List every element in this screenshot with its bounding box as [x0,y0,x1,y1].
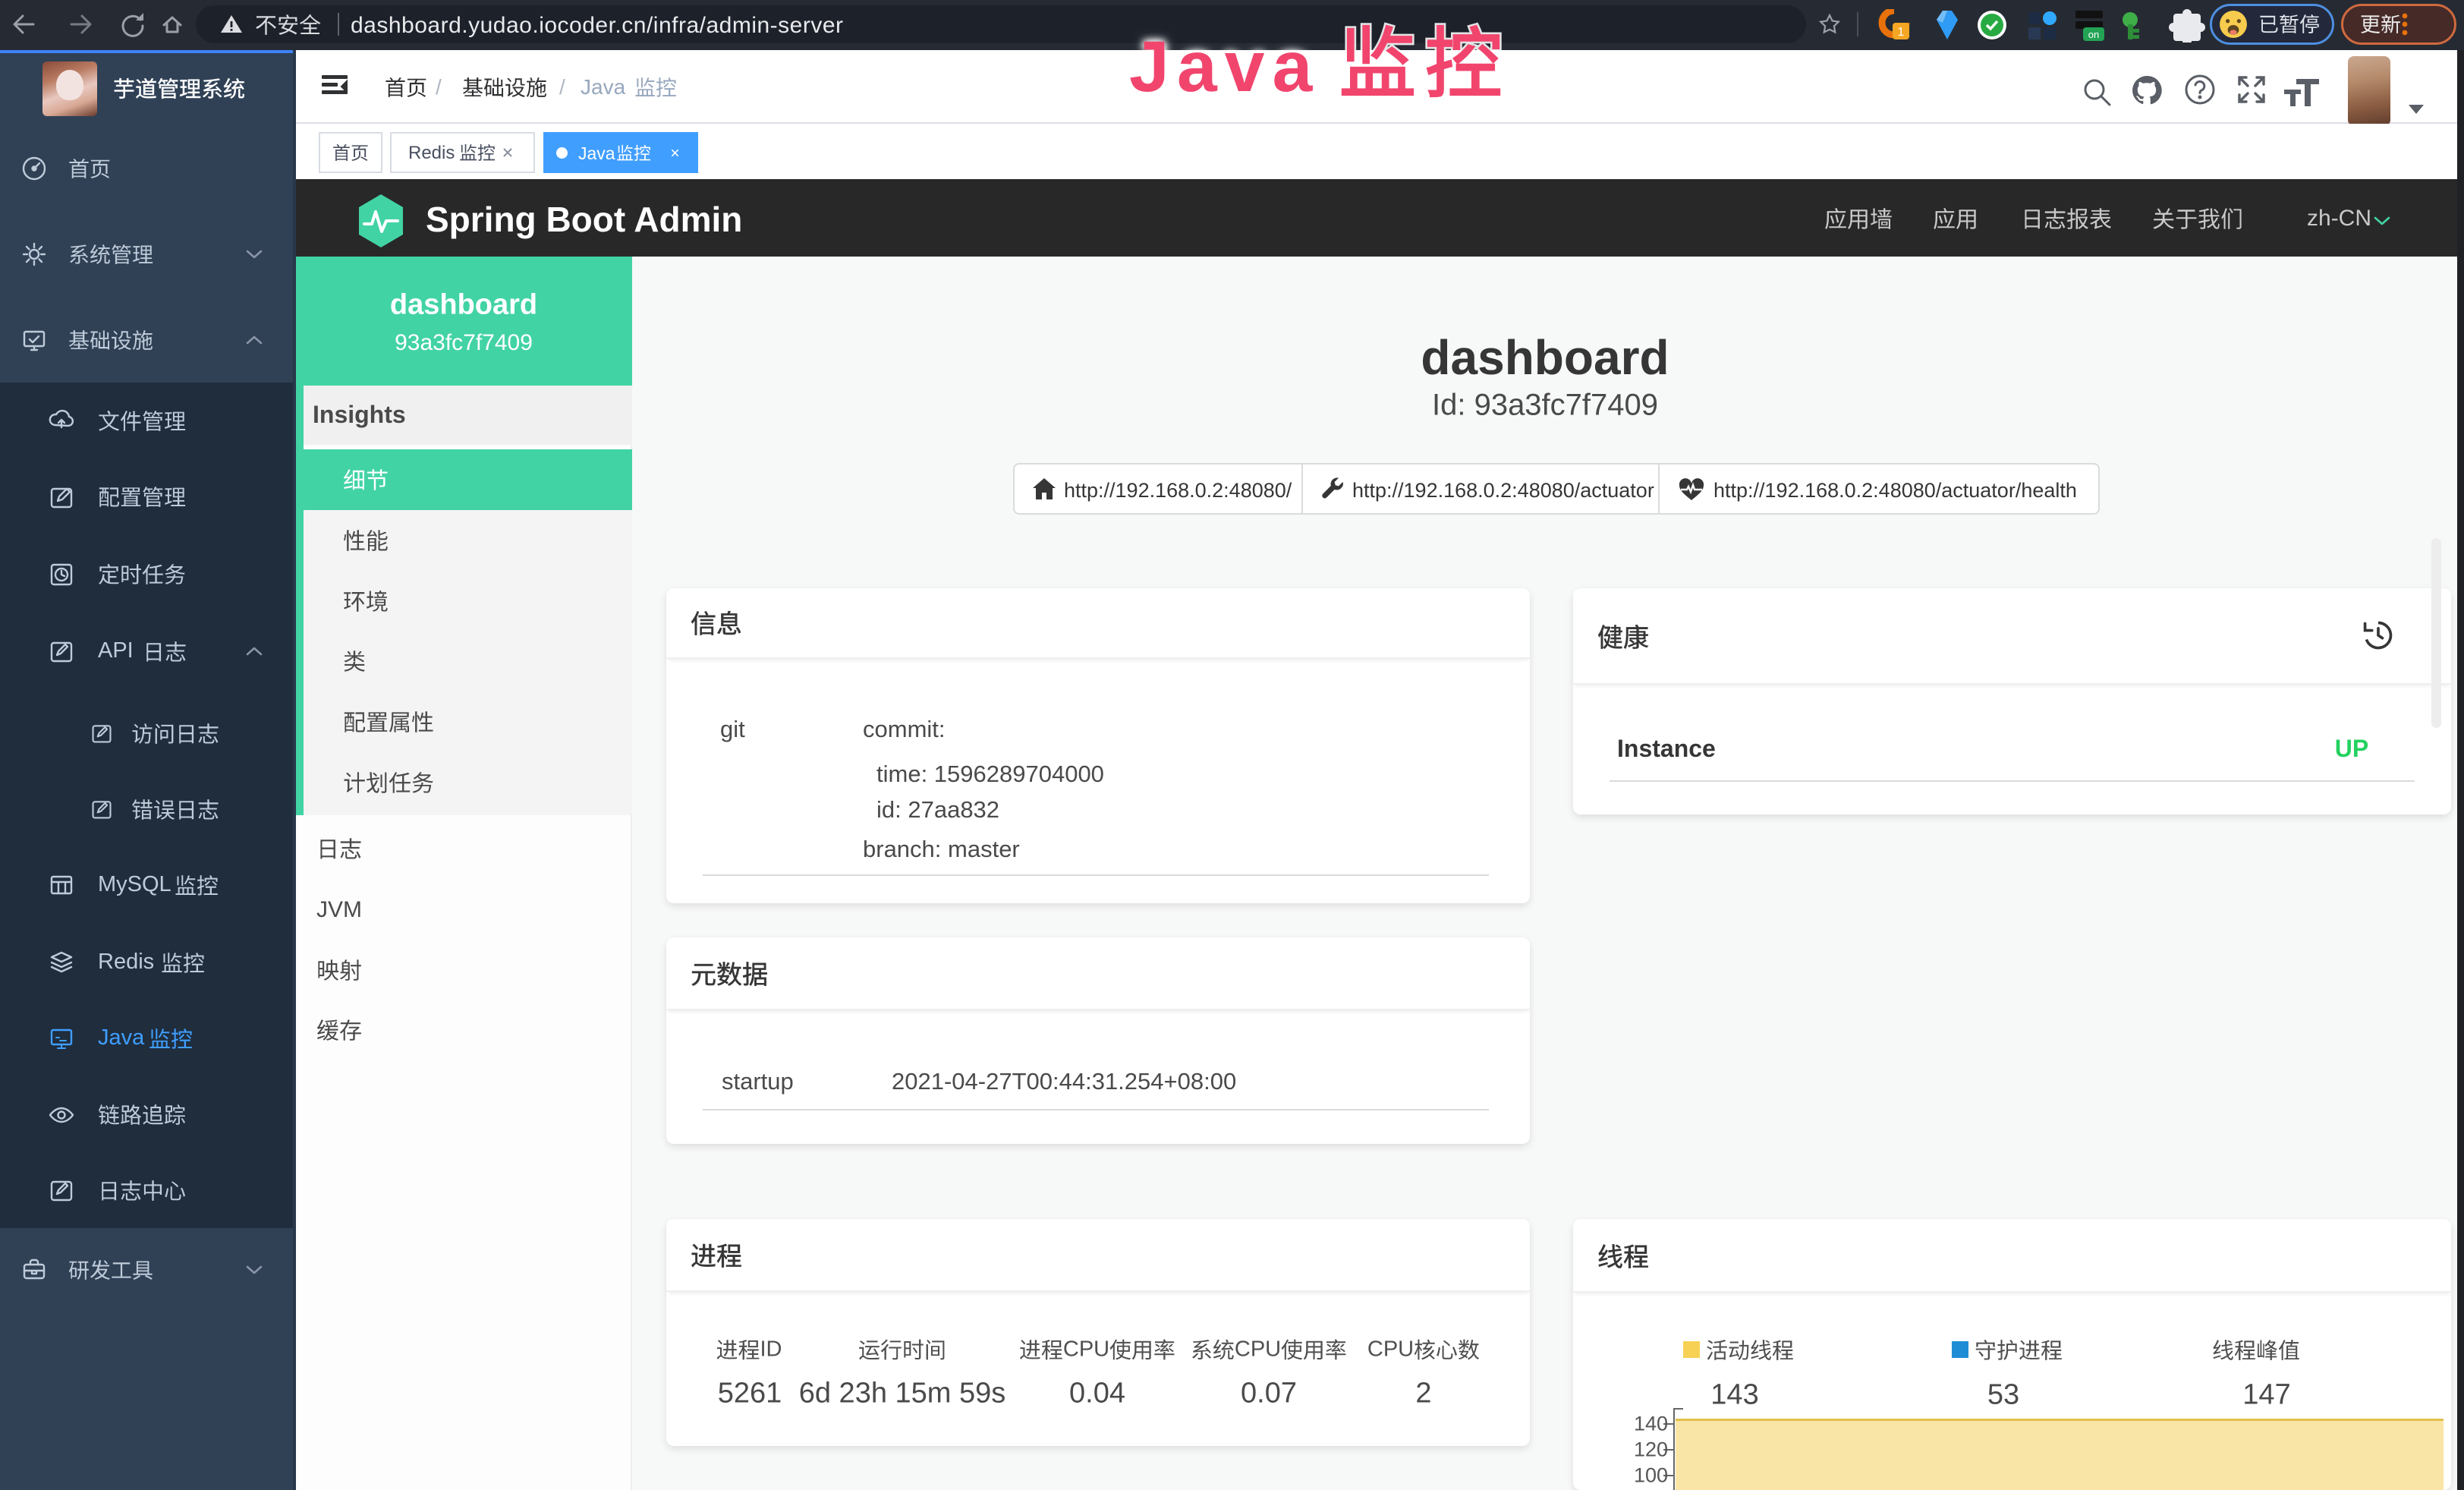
svg-text:1: 1 [1898,26,1905,39]
svg-text:on: on [2088,29,2099,40]
